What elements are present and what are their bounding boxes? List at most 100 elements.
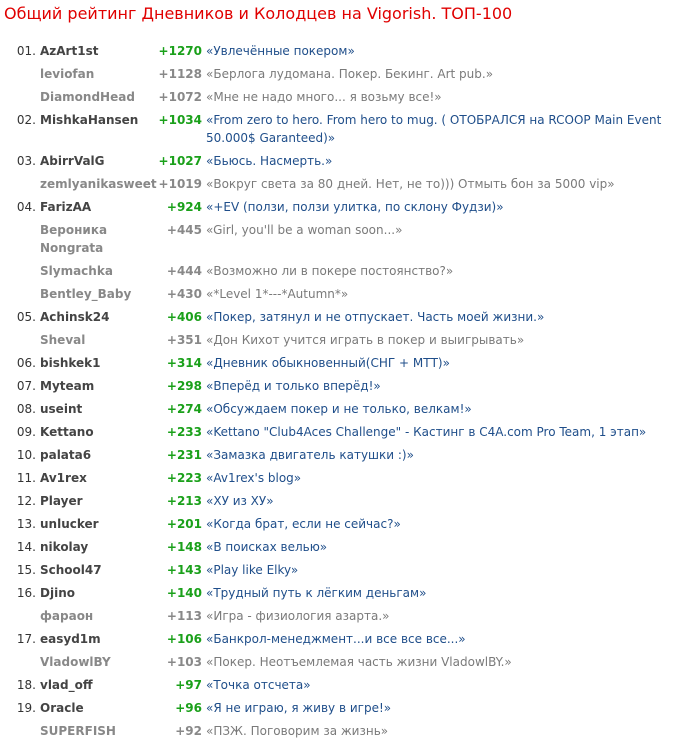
username-link[interactable]: DiamondHead [40, 90, 135, 104]
diary-title-link[interactable]: «Мне не надо много... я возьму все!» [206, 90, 442, 104]
diary-title-link[interactable]: «Вперёд и только вперёд!» [206, 379, 381, 393]
diary-title-link[interactable]: «ПЗЖ. Поговорим за жизнь» [206, 724, 388, 738]
username-cell: фараон [40, 607, 158, 625]
diary-title-link[interactable]: «Покер. Неотъемлемая часть жизни Vladowl… [206, 655, 512, 669]
score-value: +1072 [158, 90, 202, 104]
diary-title-link[interactable]: «+EV (ползи, ползи улитка, по склону Фуд… [206, 200, 504, 214]
diary-title-link[interactable]: «Girl, you'll be a woman soon...» [206, 223, 402, 237]
table-row: 04. FarizAA +924 «+EV (ползи, ползи улитка,… [0, 196, 686, 219]
diary-title-cell: «Банкрол-менеджмент...и все все все...» [206, 630, 686, 648]
diary-title-link[interactable]: «Берлога лудомана. Покер. Бекинг. Art pu… [206, 67, 493, 81]
username-link[interactable]: Slymachka [40, 264, 113, 278]
diary-title-link[interactable]: «Av1rex's blog» [206, 471, 301, 485]
diary-title-cell: «Возможно ли в покере постоянство?» [206, 262, 686, 280]
rank-number: 10. [16, 448, 36, 462]
table-row: фараон +113 «Игра - физиология азарта.» [0, 605, 686, 628]
diary-title-link[interactable]: «Дневник обыкновенный(СНГ + МТТ)» [206, 356, 450, 370]
rank-number: 15. [16, 563, 36, 577]
username-link[interactable]: School47 [40, 563, 102, 577]
rank-number: 18. [16, 678, 36, 692]
diary-title-cell: «Вперёд и только вперёд!» [206, 377, 686, 395]
username-link[interactable]: Kettano [40, 425, 94, 439]
diary-title-link[interactable]: «Вокруг света за 80 дней. Нет, не то))) … [206, 177, 615, 191]
username-cell: MishkaHansen [40, 111, 158, 129]
diary-title-link[interactable]: «Увлечённые покером» [206, 44, 355, 58]
score-value: +314 [166, 356, 202, 370]
rank-number: 16. [16, 586, 36, 600]
diary-title-link[interactable]: «ХУ из ХУ» [206, 494, 274, 508]
username-link[interactable]: SUPERFISH [40, 724, 116, 738]
table-row: zemlyanikasweet +1019 «Вокруг света за 80 … [0, 173, 686, 196]
username-cell: Bentley_Baby [40, 285, 158, 303]
username-link[interactable]: unlucker [40, 517, 99, 531]
username-link[interactable]: Sheval [40, 333, 85, 347]
score-value: +92 [175, 724, 202, 738]
score-value: +1128 [158, 67, 202, 81]
username-cell: Slymachka [40, 262, 158, 280]
username-link[interactable]: AbirrValG [40, 154, 105, 168]
username-link[interactable]: nikolay [40, 540, 88, 554]
diary-title-cell: «Игра - физиология азарта.» [206, 607, 686, 625]
username-link[interactable]: bishkek1 [40, 356, 101, 370]
table-row: SUPERFISH +92 «ПЗЖ. Поговорим за жизнь» [0, 720, 686, 743]
table-row: 11. Av1rex +223 «Av1rex's blog» [0, 467, 686, 490]
username-cell: unlucker [40, 515, 158, 533]
diary-title-link[interactable]: «Дон Кихот учится играть в покер и выигр… [206, 333, 524, 347]
score-value: +1019 [158, 177, 202, 191]
username-link[interactable]: vlad_off [40, 678, 93, 692]
username-link[interactable]: VladowlBY [40, 655, 111, 669]
diary-title-link[interactable]: «*Level 1*---*Autumn*» [206, 287, 348, 301]
diary-title-cell: «Точка отсчета» [206, 676, 686, 694]
username-link[interactable]: Djino [40, 586, 75, 600]
diary-title-link[interactable]: «Я не играю, я живу в игре!» [206, 701, 391, 715]
diary-title-link[interactable]: «Бьюсь. Насмерть.» [206, 154, 332, 168]
diary-title-link[interactable]: «Банкрол-менеджмент...и все все все...» [206, 632, 466, 646]
username-link[interactable]: FarizAA [40, 200, 91, 214]
table-row: Вероника Nongrata +445 «Girl, you'll be a … [0, 219, 686, 260]
diary-title-link[interactable]: «Когда брат, если не сейчас?» [206, 517, 401, 531]
username-link[interactable]: фараон [40, 609, 93, 623]
diary-title-link[interactable]: «Замазка двигатель катушки :)» [206, 448, 414, 462]
username-link[interactable]: Oracle [40, 701, 84, 715]
diary-title-link[interactable]: «Возможно ли в покере постоянство?» [206, 264, 453, 278]
username-link[interactable]: palata6 [40, 448, 91, 462]
username-link[interactable]: useint [40, 402, 82, 416]
table-row: 09. Kettano +233 «Kettano "Club4Aces Challe… [0, 421, 686, 444]
username-link[interactable]: Вероника Nongrata [40, 223, 107, 255]
diary-title-link[interactable]: «Игра - физиология азарта.» [206, 609, 390, 623]
table-row: 17. easyd1m +106 «Банкрол-менеджмент...и вс… [0, 628, 686, 651]
diary-title-link[interactable]: «From zero to hero. From hero to mug. ( … [206, 113, 661, 145]
diary-title-link[interactable]: «Покер, затянул и не отпускает. Часть мо… [206, 310, 544, 324]
username-link[interactable]: Achinsk24 [40, 310, 109, 324]
username-link[interactable]: easyd1m [40, 632, 101, 646]
table-row: 15. School47 +143 «Play like Elky» [0, 559, 686, 582]
rank-number: 02. [16, 113, 36, 127]
score-value: +103 [166, 655, 202, 669]
rank-number: 07. [16, 379, 36, 393]
diary-title-link[interactable]: «Kettano "Club4Aces Challenge" - Кастинг… [206, 425, 646, 439]
username-link[interactable]: Myteam [40, 379, 94, 393]
username-link[interactable]: Bentley_Baby [40, 287, 131, 301]
diary-title-link[interactable]: «Трудный путь к лёгким деньгам» [206, 586, 426, 600]
username-cell: bishkek1 [40, 354, 158, 372]
rank-number: 17. [16, 632, 36, 646]
username-link[interactable]: Player [40, 494, 83, 508]
rating-list: 01. AzArt1st +1270 «Увлечённые покером» levi… [0, 40, 686, 743]
diary-title-link[interactable]: «Play like Elky» [206, 563, 298, 577]
username-link[interactable]: AzArt1st [40, 44, 98, 58]
username-link[interactable]: Av1rex [40, 471, 87, 485]
rank-number: 09. [16, 425, 36, 439]
username-cell: Sheval [40, 331, 158, 349]
score-value: +113 [166, 609, 202, 623]
username-link[interactable]: zemlyanikasweet [40, 177, 157, 191]
diary-title-cell: «*Level 1*---*Autumn*» [206, 285, 686, 303]
rank-number: 14. [16, 540, 36, 554]
diary-title-link[interactable]: «Точка отсчета» [206, 678, 311, 692]
diary-title-cell: «Av1rex's blog» [206, 469, 686, 487]
username-link[interactable]: leviofan [40, 67, 94, 81]
table-row: 18. vlad_off +97 «Точка отсчета» [0, 674, 686, 697]
score-value: +924 [166, 200, 202, 214]
diary-title-link[interactable]: «В поисках велью» [206, 540, 327, 554]
diary-title-link[interactable]: «Обсуждаем покер и не только, велкам!» [206, 402, 472, 416]
username-link[interactable]: MishkaHansen [40, 113, 138, 127]
